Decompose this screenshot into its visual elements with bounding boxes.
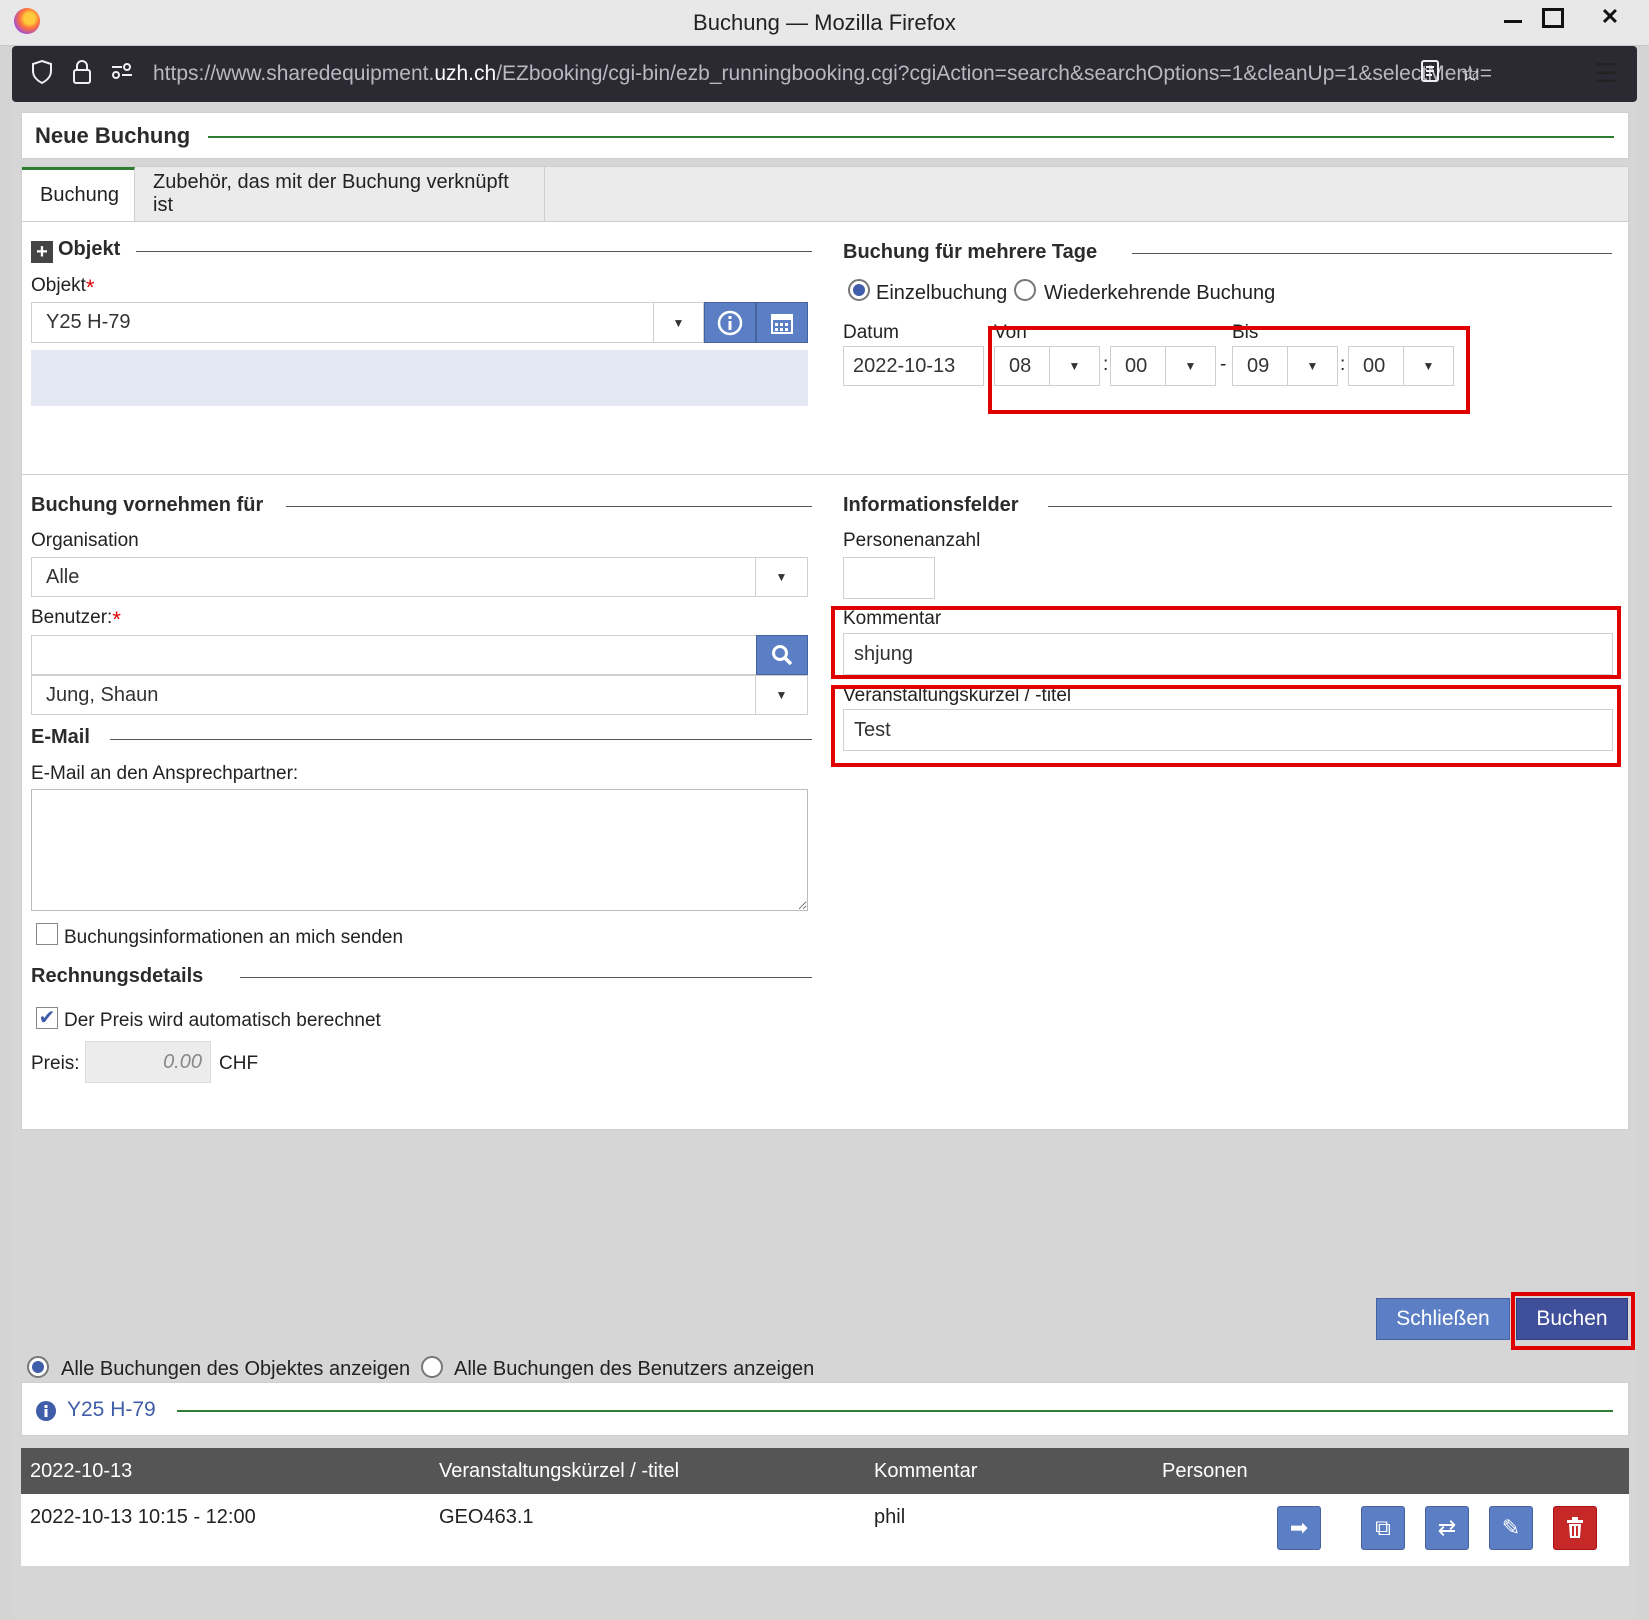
lock-icon[interactable] <box>68 59 96 89</box>
shield-icon[interactable] <box>28 59 56 89</box>
window-titlebar: Buchung — Mozilla Firefox ✕ <box>0 0 1649 46</box>
recurring-booking-radio[interactable] <box>1014 279 1036 301</box>
permissions-icon[interactable] <box>108 59 136 89</box>
email-label: E-Mail an den Ansprechpartner: <box>31 763 299 784</box>
date-label: Datum <box>843 322 899 343</box>
price-label: Preis: <box>31 1053 80 1074</box>
hamburger-menu-icon[interactable]: ☰ <box>1592 58 1620 88</box>
info-icon <box>717 310 743 335</box>
tab-zubehoer[interactable]: Zubehör, das mit der Buchung verknüpft i… <box>135 167 545 221</box>
window-title: Buchung — Mozilla Firefox <box>693 10 956 35</box>
send-me-checkbox[interactable] <box>36 923 58 945</box>
copy-icon[interactable]: ⧉ <box>1361 1506 1405 1550</box>
calendar-button[interactable] <box>756 302 808 343</box>
multi-day-section-title: Buchung für mehrere Tage <box>843 241 1098 263</box>
column-persons: Personen <box>1162 1460 1248 1482</box>
highlight-event-title <box>831 685 1621 767</box>
user-search-input[interactable] <box>31 635 757 675</box>
close-button[interactable]: Schließen <box>1376 1298 1510 1340</box>
email-divider <box>110 739 812 740</box>
date-input[interactable]: 2022-10-13 <box>843 346 984 386</box>
user-label: Benutzer:* <box>31 607 121 632</box>
booking-for-divider <box>286 506 812 507</box>
send-me-label: Buchungsinformationen an mich senden <box>64 927 404 948</box>
user-search-button[interactable] <box>756 635 808 675</box>
chevron-down-icon[interactable]: ▼ <box>653 303 703 342</box>
info-divider <box>1048 506 1612 507</box>
objekt-select[interactable]: Y25 H-79 ▼ <box>31 302 704 343</box>
title-divider <box>208 136 1614 138</box>
highlight-book-button <box>1511 1292 1635 1350</box>
edit-icon[interactable]: ✎ <box>1489 1506 1533 1550</box>
price-input: 0.00 <box>85 1041 211 1083</box>
organisation-select[interactable]: Alle ▼ <box>31 557 808 597</box>
row-comment: phil <box>874 1506 906 1528</box>
user-select[interactable]: Jung, Shaun ▼ <box>31 675 808 715</box>
auto-price-label: Der Preis wird automatisch berechnet <box>64 1010 381 1031</box>
organisation-label: Organisation <box>31 530 139 551</box>
table-header: 2022-10-13 Veranstaltungskürzel / -titel… <box>21 1448 1629 1494</box>
highlight-comment <box>831 606 1621 679</box>
email-textarea[interactable] <box>31 789 808 911</box>
currency-label: CHF <box>219 1053 259 1074</box>
persons-label: Personenanzahl <box>843 530 981 551</box>
object-bookings-radio[interactable] <box>27 1356 49 1378</box>
user-bookings-label: Alle Buchungen des Benutzers anzeigen <box>454 1358 815 1380</box>
billing-section-title: Rechnungsdetails <box>31 965 204 987</box>
address-bar[interactable]: https://www.sharedequipment.uzh.ch/EZboo… <box>12 46 1637 102</box>
object-bookings-label: Alle Buchungen des Objektes anzeigen <box>61 1358 411 1380</box>
tab-buchung[interactable]: Buchung <box>22 167 135 221</box>
calendar-icon <box>771 313 793 334</box>
details-panel: Buchung vornehmen für Organisation Alle … <box>21 474 1629 1130</box>
url-text[interactable]: https://www.sharedequipment.uzh.ch/EZboo… <box>153 62 1498 86</box>
booking-for-section-title: Buchung vornehmen für <box>31 494 264 516</box>
reader-view-icon[interactable] <box>1416 59 1444 89</box>
objekt-label: Objekt* <box>31 275 95 300</box>
row-event: GEO463.1 <box>439 1506 534 1528</box>
objekt-divider <box>136 251 812 252</box>
object-header-panel: Y25 H-79 <box>21 1382 1629 1436</box>
info-button[interactable] <box>704 302 756 343</box>
highlight-time-range <box>988 326 1470 414</box>
chevron-down-icon[interactable]: ▼ <box>755 676 807 714</box>
column-comment: Kommentar <box>874 1460 978 1482</box>
auto-price-checkbox[interactable]: ✔ <box>36 1007 58 1029</box>
expand-plus-icon[interactable]: + <box>31 241 53 263</box>
chevron-down-icon[interactable]: ▼ <box>755 558 807 596</box>
billing-divider <box>240 977 812 978</box>
objekt-info-box <box>31 350 808 406</box>
info-icon <box>36 1401 56 1421</box>
multi-day-divider <box>1132 253 1612 254</box>
single-booking-radio[interactable] <box>848 279 870 301</box>
close-window-button[interactable]: ✕ <box>1580 0 1640 34</box>
recurring-booking-label: Wiederkehrende Buchung <box>1044 282 1276 304</box>
object-divider <box>177 1410 1613 1412</box>
object-name[interactable]: Y25 H-79 <box>67 1398 156 1422</box>
page-title: Neue Buchung <box>35 123 191 148</box>
column-event: Veranstaltungskürzel / -titel <box>439 1460 680 1482</box>
table-row: 2022-10-13 10:15 - 12:00 GEO463.1 phil ➡… <box>21 1494 1629 1566</box>
maximize-button[interactable] <box>1528 0 1574 34</box>
info-section-title: Informationsfelder <box>843 494 1019 516</box>
delete-icon[interactable] <box>1553 1506 1597 1550</box>
email-section-title: E-Mail <box>31 726 90 748</box>
header-panel: Neue Buchung <box>21 112 1629 159</box>
single-booking-label: Einzelbuchung <box>876 282 1008 304</box>
user-bookings-radio[interactable] <box>421 1356 443 1378</box>
persons-input[interactable] <box>843 557 935 599</box>
column-date: 2022-10-13 <box>30 1460 133 1482</box>
objekt-section-title: Objekt <box>58 238 121 260</box>
swap-icon[interactable]: ⇄ <box>1425 1506 1469 1550</box>
bookmark-star-icon[interactable]: ☆ <box>1456 59 1484 89</box>
row-time: 2022-10-13 10:15 - 12:00 <box>30 1506 256 1528</box>
tab-bar: Buchung Zubehör, das mit der Buchung ver… <box>21 166 1629 222</box>
arrow-right-icon[interactable]: ➡ <box>1277 1506 1321 1550</box>
search-icon <box>772 645 793 666</box>
